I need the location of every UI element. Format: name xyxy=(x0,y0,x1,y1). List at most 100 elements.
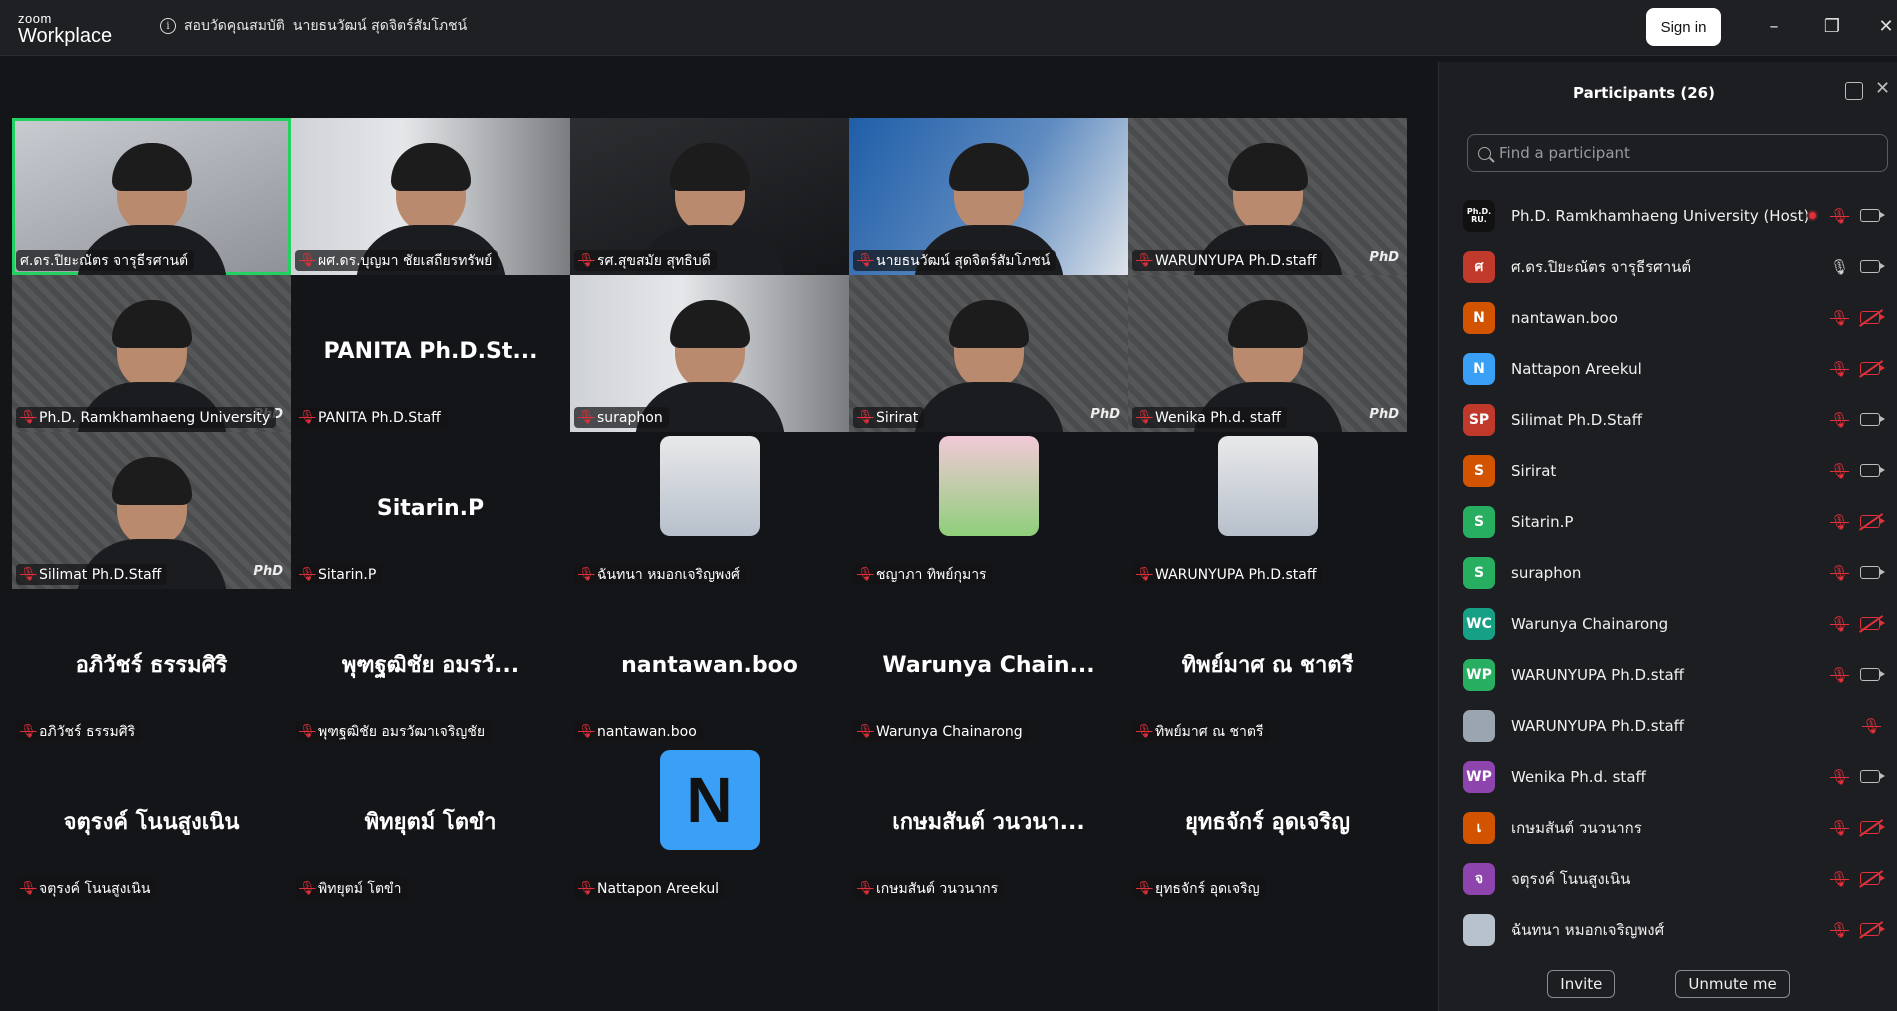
sign-in-button[interactable]: Sign in xyxy=(1646,8,1721,46)
mic-muted-icon[interactable]: 🎙 xyxy=(1830,615,1849,633)
mic-muted-icon[interactable]: 🎙 xyxy=(1830,360,1849,378)
camera-off-icon[interactable] xyxy=(1860,362,1885,375)
participant-list: Ph.D. RU. Ph.D. Ramkhamhaeng University (… xyxy=(1439,190,1897,955)
camera-icon[interactable] xyxy=(1860,566,1885,579)
tile-label-text: nantawan.boo xyxy=(597,723,697,740)
participant-row[interactable]: SP Silimat Ph.D.Staff 🎙 xyxy=(1439,394,1897,445)
camera-icon[interactable] xyxy=(1860,668,1885,681)
participant-row[interactable]: เ เกษมสันต์ วนวนากร 🎙 xyxy=(1439,802,1897,853)
mic-muted-icon[interactable]: 🎙 xyxy=(1830,666,1849,684)
participant-name: Warunya Chainarong xyxy=(1511,614,1669,633)
video-tile[interactable]: nantawan.boo 🎙 nantawan.boo xyxy=(570,589,849,746)
video-tile[interactable]: 🎙 ชญาภา ทิพย์กุมาร xyxy=(849,432,1128,589)
close-panel-icon[interactable]: ✕ xyxy=(1875,78,1890,99)
phd-logo: PhD xyxy=(1369,250,1399,265)
video-tile[interactable]: 🎙 รศ.สุขสมัย สุทธิบดี xyxy=(570,118,849,275)
mic-muted-icon[interactable]: 🎙 xyxy=(1830,564,1849,582)
participant-search-input[interactable]: Find a participant xyxy=(1467,134,1888,172)
participant-row[interactable]: S Sitarin.P 🎙 xyxy=(1439,496,1897,547)
tile-name-label: 🎙 WARUNYUPA Ph.D.staff xyxy=(1132,250,1323,271)
camera-off-icon[interactable] xyxy=(1860,821,1885,834)
participant-avatar: Ph.D. RU. xyxy=(1463,199,1495,232)
participant-status-icons: 🎙 xyxy=(1830,360,1885,378)
video-tile[interactable]: พิทยุตม์ โตขำ 🎙 พิทยุตม์ โตขำ xyxy=(291,746,570,903)
video-tile[interactable]: 🎙 suraphon xyxy=(570,275,849,432)
camera-icon[interactable] xyxy=(1860,260,1885,273)
video-tile[interactable]: 🎙 ฉันทนา หมอกเจริญพงศ์ xyxy=(570,432,849,589)
mic-muted-icon[interactable]: 🎙 xyxy=(1830,207,1849,225)
video-tile[interactable]: Sitarin.P 🎙 Sitarin.P xyxy=(291,432,570,589)
panel-footer: Invite Unmute me xyxy=(1439,970,1897,998)
info-icon[interactable]: i xyxy=(160,18,176,34)
unmute-me-button[interactable]: Unmute me xyxy=(1675,970,1790,998)
video-tile[interactable]: PhD🎙Ph.D. Ramkhamhaeng University xyxy=(12,275,291,432)
participant-row[interactable]: WP Wenika Ph.d. staff 🎙 xyxy=(1439,751,1897,802)
participant-row[interactable]: Nnantawan.boo 🎙 xyxy=(1439,292,1897,343)
camera-off-icon[interactable] xyxy=(1860,923,1885,936)
camera-icon[interactable] xyxy=(1860,413,1885,426)
close-window-icon[interactable]: ✕ xyxy=(1874,14,1897,38)
tile-label-text: WARUNYUPA Ph.D.staff xyxy=(1155,252,1317,269)
video-tile[interactable]: อภิวัชร์ ธรรมศิริ 🎙 อภิวัชร์ ธรรมศิริ xyxy=(12,589,291,746)
mic-muted-icon[interactable]: 🎙 xyxy=(1830,819,1849,837)
video-tile[interactable]: N 🎙 Nattapon Areekul xyxy=(570,746,849,903)
video-tile[interactable]: PhD 🎙 Sirirat xyxy=(849,275,1128,432)
participant-row[interactable]: WC Warunya Chainarong 🎙 xyxy=(1439,598,1897,649)
video-tile[interactable]: PhD 🎙 Wenika Ph.d. staff xyxy=(1128,275,1407,432)
participant-avatar: SP xyxy=(1463,403,1495,436)
mic-muted-icon[interactable]: 🎙 xyxy=(1862,717,1881,735)
tile-name-label: 🎙 Silimat Ph.D.Staff xyxy=(16,564,168,585)
camera-off-icon[interactable] xyxy=(1860,872,1885,885)
mic-muted-icon: 🎙 xyxy=(299,253,316,268)
camera-icon[interactable] xyxy=(1860,209,1885,222)
participants-panel: Participants (26) ✕ Find a participant P… xyxy=(1438,62,1897,1011)
tile-display-name: Sitarin.P xyxy=(376,495,485,521)
video-tile[interactable]: Warunya Chain... 🎙 Warunya Chainarong xyxy=(849,589,1128,746)
video-tile[interactable]: PANITA Ph.D.St... 🎙 PANITA Ph.D.Staff xyxy=(291,275,570,432)
tile-display-name: พุฑฐฒิชัย อมรวั... xyxy=(341,652,520,678)
participant-row[interactable]: S Sirirat 🎙 xyxy=(1439,445,1897,496)
mic-muted-icon[interactable]: 🎙 xyxy=(1830,768,1849,786)
video-tile[interactable]: PhD 🎙 WARUNYUPA Ph.D.staff xyxy=(1128,118,1407,275)
video-tile[interactable]: จตุรงค์ โนนสูงเนิน 🎙 จตุรงค์ โนนสูงเนิน xyxy=(12,746,291,903)
video-tile[interactable]: 🎙 นายธนวัฒน์ สุดจิตร์สัมโภชน์ xyxy=(849,118,1128,275)
camera-icon[interactable] xyxy=(1860,770,1885,783)
invite-button[interactable]: Invite xyxy=(1547,970,1616,998)
mic-muted-icon[interactable]: 🎙 xyxy=(1830,513,1849,531)
camera-off-icon[interactable] xyxy=(1860,515,1885,528)
participant-row[interactable]: Ph.D. RU. Ph.D. Ramkhamhaeng University (… xyxy=(1439,190,1897,241)
video-tile[interactable]: ยุทธจักร์ อุดเจริญ 🎙 ยุทธจักร์ อุดเจริญ xyxy=(1128,746,1407,903)
participant-row[interactable]: WARUNYUPA Ph.D.staff 🎙 xyxy=(1439,700,1897,751)
participant-row[interactable]: Ssuraphon 🎙 xyxy=(1439,547,1897,598)
video-tile[interactable]: ศ.ดร.ปิยะณัตร จารุธีรศานต์ xyxy=(12,118,291,275)
participant-avatar: S xyxy=(1463,505,1495,538)
camera-off-icon[interactable] xyxy=(1860,311,1885,324)
mic-muted-icon[interactable]: 🎙 xyxy=(1830,921,1849,939)
popout-icon[interactable] xyxy=(1845,82,1863,100)
mic-muted-icon[interactable]: 🎙 xyxy=(1830,462,1849,480)
mic-icon[interactable]: 🎙 xyxy=(1830,258,1849,276)
tile-display-name: พิทยุตม์ โตขำ xyxy=(364,809,497,835)
meeting-info[interactable]: i สอบวัดคุณสมบัติ นายธนวัฒน์ สุดจิตร์สัม… xyxy=(160,15,467,37)
participant-status-icons: 🎙 xyxy=(1830,768,1885,786)
minimize-icon[interactable]: – xyxy=(1762,14,1786,38)
mic-muted-icon: 🎙 xyxy=(299,881,316,896)
restore-icon[interactable]: ❐ xyxy=(1820,14,1844,38)
participant-row[interactable]: ฉันทนา หมอกเจริญพงศ์ 🎙 xyxy=(1439,904,1897,955)
participant-row[interactable]: จ จตุรงค์ โนนสูงเนิน 🎙 xyxy=(1439,853,1897,904)
video-tile[interactable]: พุฑฐฒิชัย อมรวั... 🎙 พุฑฐฒิชัย อมรวัฒาเจริ… xyxy=(291,589,570,746)
participant-video-feed xyxy=(913,300,1064,432)
participant-row[interactable]: ศ ศ.ดร.ปิยะณัตร จารุธีรศานต์ 🎙 xyxy=(1439,241,1897,292)
video-tile[interactable]: เกษมสันต์ วนวนา... 🎙 เกษมสันต์ วนวนากร xyxy=(849,746,1128,903)
video-tile[interactable]: 🎙 ผศ.ดร.บุญมา ชัยเสถียรทรัพย์ xyxy=(291,118,570,275)
video-tile[interactable]: 🎙 WARUNYUPA Ph.D.staff xyxy=(1128,432,1407,589)
video-tile[interactable]: ทิพย์มาศ ณ ชาตรี 🎙 ทิพย์มาศ ณ ชาตรี xyxy=(1128,589,1407,746)
mic-muted-icon[interactable]: 🎙 xyxy=(1830,870,1849,888)
mic-muted-icon[interactable]: 🎙 xyxy=(1830,309,1849,327)
mic-muted-icon[interactable]: 🎙 xyxy=(1830,411,1849,429)
participant-row[interactable]: N Nattapon Areekul 🎙 xyxy=(1439,343,1897,394)
video-tile[interactable]: PhD 🎙 Silimat Ph.D.Staff xyxy=(12,432,291,589)
camera-off-icon[interactable] xyxy=(1860,617,1885,630)
camera-icon[interactable] xyxy=(1860,464,1885,477)
participant-row[interactable]: WP WARUNYUPA Ph.D.staff 🎙 xyxy=(1439,649,1897,700)
